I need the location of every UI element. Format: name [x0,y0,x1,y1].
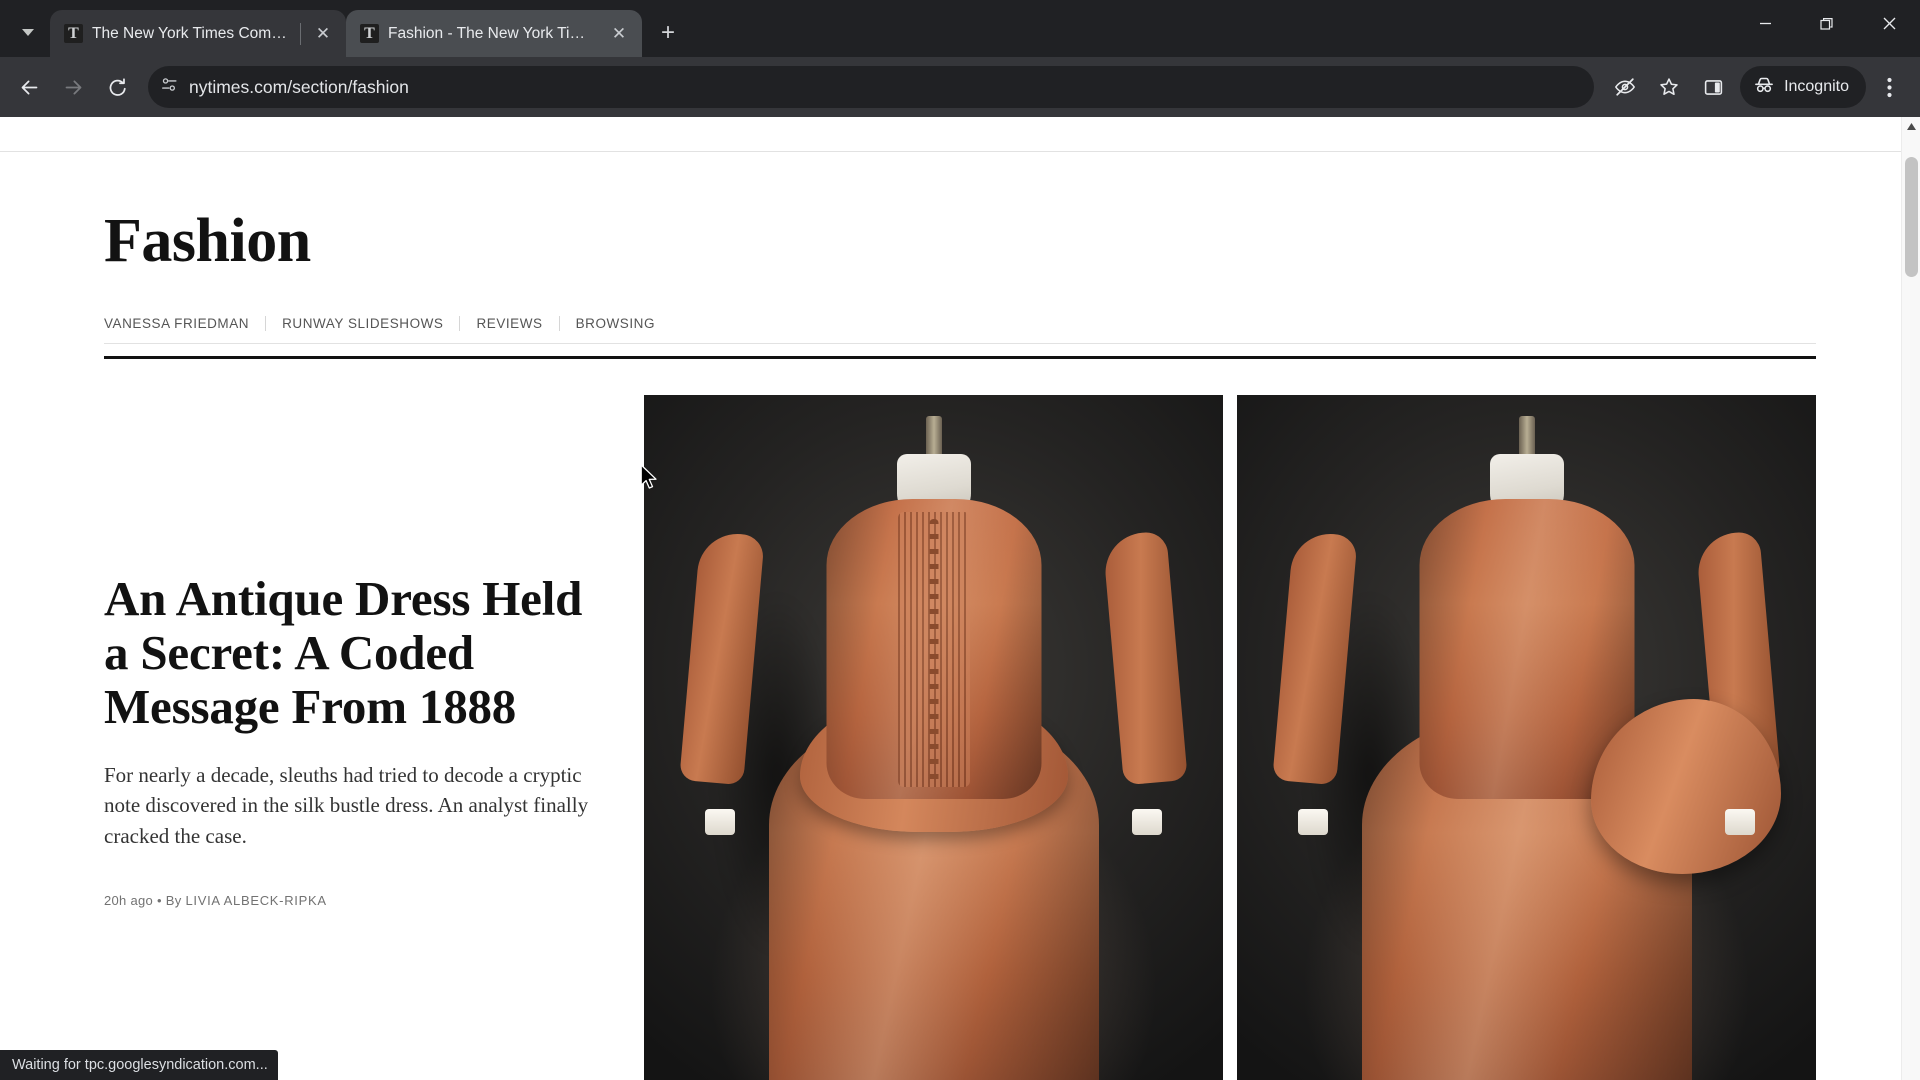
window-controls [1734,0,1920,47]
article-byline: 20h ago • By LIVIA ALBECK-RIPKA [104,893,604,908]
bookmark-star-icon[interactable] [1648,66,1690,108]
site-info-icon[interactable] [160,75,179,99]
section-rule [104,356,1816,359]
subnav-divider [558,316,560,331]
status-bar: Waiting for tpc.googlesyndication.com... [0,1050,278,1080]
page-scrollbar[interactable] [1901,117,1920,1080]
lede-text-column: An Antique Dress Held a Secret: A Coded … [104,395,644,1080]
byline-separator: • [157,893,162,909]
address-bar[interactable]: nytimes.com/section/fashion [148,66,1595,108]
page-title: Fashion [104,207,311,275]
article-timestamp: 20h ago [104,893,154,909]
subnav-item-runway-slideshows[interactable]: Runway Slideshows [282,316,443,331]
byline-prefix: By [165,893,182,909]
chevron-down-icon [22,28,34,36]
dress-cuff-left [1297,809,1328,835]
tab-separator [300,22,301,45]
new-tab-button[interactable]: + [650,15,686,51]
subnav-divider [459,316,461,331]
url-text: nytimes.com/section/fashion [189,76,409,97]
browser-toolbar: nytimes.com/section/fashion Incognito [0,57,1920,117]
forward-button[interactable] [52,66,94,108]
lede-story: An Antique Dress Held a Secret: A Coded … [104,395,1816,1080]
chrome-menu-button[interactable] [1868,66,1910,108]
close-icon[interactable]: ✕ [606,21,632,47]
tab-favicon-icon: T [360,24,379,43]
close-icon[interactable]: ✕ [310,21,336,47]
tab-favicon-icon: T [64,24,83,43]
article-photo-back[interactable] [1237,395,1816,1080]
article-headline[interactable]: An Antique Dress Held a Secret: A Coded … [104,571,604,734]
tracking-protection-icon[interactable] [1604,66,1646,108]
back-button[interactable] [8,66,50,108]
dress-cuff-right [1725,809,1756,835]
maximize-button[interactable] [1796,0,1858,47]
page-top-divider [0,151,1920,152]
incognito-icon [1753,74,1775,101]
incognito-indicator[interactable]: Incognito [1740,66,1866,108]
tab-title: The New York Times Company [92,24,291,42]
minimize-button[interactable] [1734,0,1796,47]
subnav-divider [265,316,267,331]
subnav-item-vanessa-friedman[interactable]: Vanessa Friedman [104,316,249,331]
scroll-up-arrow-icon[interactable] [1902,117,1920,136]
dress-cuff-left [704,809,735,835]
close-window-button[interactable] [1858,0,1920,47]
article-author: LIVIA ALBECK-RIPKA [185,893,327,909]
subnav-item-browsing[interactable]: Browsing [576,316,655,331]
page-content: Fashion Vanessa Friedman Runway Slidesho… [0,210,1920,1080]
page-viewport: Fashion Vanessa Friedman Runway Slidesho… [0,117,1920,1080]
dress-cuff-right [1132,809,1163,835]
tab-fashion[interactable]: T Fashion - The New York Times ✕ [346,10,642,57]
browser-window: T The New York Times Company ✕ T Fashion… [0,0,1920,1080]
dress-buttons [929,519,938,785]
lede-photo-group [644,395,1816,1080]
tab-search-button[interactable] [6,12,50,52]
side-panel-icon[interactable] [1692,66,1734,108]
reload-button[interactable] [96,66,138,108]
tab-nyt-company[interactable]: T The New York Times Company ✕ [50,10,346,57]
mouse-cursor [640,464,659,496]
tab-strip: T The New York Times Company ✕ T Fashion… [0,0,1920,57]
scrollbar-thumb[interactable] [1905,157,1918,277]
tab-title: Fashion - The New York Times [388,24,597,42]
article-photo-front[interactable] [644,395,1223,1080]
article-summary: For nearly a decade, sleuths had tried t… [104,763,589,848]
section-subnav: Vanessa Friedman Runway Slideshows Revie… [104,316,1816,344]
incognito-label: Incognito [1784,78,1849,95]
subnav-item-reviews[interactable]: Reviews [476,316,542,331]
